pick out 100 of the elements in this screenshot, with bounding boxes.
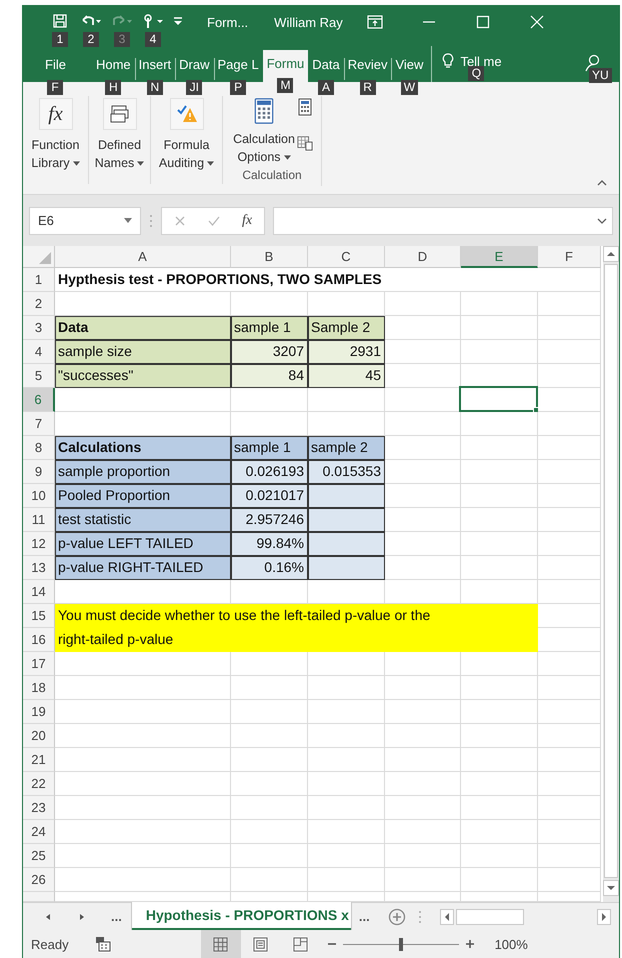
ribbon-button[interactable]: Defined Names xyxy=(89,96,151,184)
maximize-icon[interactable] xyxy=(474,15,491,29)
ribbon-display-icon[interactable] xyxy=(366,15,383,29)
ribbon-button[interactable]: Formula Auditing xyxy=(151,96,223,184)
row-header[interactable]: 21 xyxy=(23,748,55,772)
row-header[interactable]: 22 xyxy=(23,772,55,796)
calculator-icon[interactable] xyxy=(297,98,313,116)
scroll-right-icon[interactable] xyxy=(597,908,611,924)
touch-mode-icon[interactable] xyxy=(142,13,164,29)
table-cell: Data xyxy=(55,316,231,340)
more-sheets-button[interactable]: ... xyxy=(111,909,122,924)
table-cell xyxy=(538,604,601,628)
row-header[interactable]: 11 xyxy=(23,508,55,532)
zoom-level[interactable]: 100% xyxy=(494,936,528,952)
ribbon-tab[interactable]: Insert xyxy=(134,52,176,82)
table-cell: sample size xyxy=(55,340,231,364)
ribbon-tab[interactable]: Page L xyxy=(214,52,263,82)
row-header[interactable]: 16 xyxy=(23,628,55,652)
row-header[interactable]: 26 xyxy=(23,868,55,892)
scroll-up-icon[interactable] xyxy=(603,246,619,262)
ribbon-button[interactable]: fx Function Library xyxy=(23,96,89,184)
keytip: W xyxy=(400,80,418,95)
sheet-tab[interactable]: Hypothesis - PROPORTIONS x xyxy=(132,902,351,930)
row-header[interactable]: 19 xyxy=(23,700,55,724)
drag-handle-icon[interactable] xyxy=(418,910,422,924)
row-header[interactable]: 6 xyxy=(23,388,55,412)
row-header[interactable]: 7 xyxy=(23,412,55,436)
table-cell xyxy=(538,484,601,508)
name-box[interactable]: E6 xyxy=(29,206,141,234)
collapse-icon[interactable] xyxy=(597,180,607,186)
drag-handle-icon[interactable] xyxy=(149,214,153,228)
add-sheet-icon[interactable] xyxy=(388,908,406,926)
sheet-calculator-icon[interactable] xyxy=(297,134,313,152)
scroll-thumb[interactable] xyxy=(604,264,618,878)
ribbon-tab[interactable]: View xyxy=(391,52,428,82)
row-header[interactable]: 8 xyxy=(23,436,55,460)
check-icon[interactable] xyxy=(208,214,220,226)
table-cell xyxy=(538,556,601,580)
row-header[interactable]: 2 xyxy=(23,292,55,316)
account-icon[interactable] xyxy=(585,54,601,72)
row-header[interactable]: 12 xyxy=(23,532,55,556)
keytip: P xyxy=(230,80,246,95)
view-button[interactable] xyxy=(200,930,241,958)
row-header[interactable]: 17 xyxy=(23,652,55,676)
row-header[interactable]: 24 xyxy=(23,820,55,844)
ribbon-button[interactable]: Calculation Options xyxy=(231,96,297,166)
table-cell xyxy=(538,700,601,724)
row-header[interactable]: 3 xyxy=(23,316,55,340)
row-header[interactable]: 23 xyxy=(23,796,55,820)
horizontal-scrollbar[interactable] xyxy=(440,908,611,924)
row-header[interactable]: 20 xyxy=(23,724,55,748)
tell-me-search[interactable]: Tell me xyxy=(460,54,502,68)
ribbon-tab[interactable]: Reviev xyxy=(344,52,392,82)
table-cell: 0.021017 xyxy=(231,484,308,508)
row-header[interactable]: 5 xyxy=(23,364,55,388)
row-header[interactable]: 4 xyxy=(23,340,55,364)
scroll-left-icon[interactable] xyxy=(440,908,454,924)
vertical-scrollbar[interactable] xyxy=(603,246,619,902)
row-header[interactable]: 14 xyxy=(23,580,55,604)
row-header[interactable]: 13 xyxy=(23,556,55,580)
ribbon-tab[interactable]: Data xyxy=(308,52,344,82)
row-header[interactable]: 15 xyxy=(23,604,55,628)
keytip: JI xyxy=(186,80,202,95)
expand-icon[interactable] xyxy=(597,218,607,224)
grid-icon xyxy=(213,936,228,952)
more-sheets-button[interactable]: ... xyxy=(358,909,370,924)
close-icon[interactable] xyxy=(528,15,545,29)
table-cell xyxy=(538,388,601,412)
user-name[interactable]: William Ray xyxy=(274,15,343,30)
table-cell xyxy=(538,580,601,604)
keytip: A xyxy=(318,80,334,95)
ribbon-tab[interactable]: File xyxy=(41,52,70,82)
row-header[interactable]: 9 xyxy=(23,460,55,484)
ribbon-tab[interactable]: Draw xyxy=(175,52,214,82)
table-cell xyxy=(538,652,601,676)
column-header[interactable]: A xyxy=(55,246,231,268)
ribbon-tab[interactable]: Home xyxy=(92,52,135,82)
column-header[interactable]: C xyxy=(308,246,385,268)
row-header[interactable]: 25 xyxy=(23,844,55,868)
column-header[interactable]: B xyxy=(231,246,308,268)
ribbon-tab[interactable]: Formu xyxy=(262,50,308,82)
formula-input[interactable] xyxy=(273,206,613,234)
row-header[interactable]: 18 xyxy=(23,676,55,700)
macro-record-icon[interactable] xyxy=(94,936,111,952)
column-header[interactable]: F xyxy=(538,246,601,268)
zoom-in-icon[interactable] xyxy=(464,939,475,949)
column-header[interactable]: E xyxy=(461,246,538,268)
scroll-down-icon[interactable] xyxy=(603,880,619,896)
keytip: 2 xyxy=(83,32,99,47)
insert-function-button[interactable]: fx xyxy=(242,212,252,228)
table-cell xyxy=(538,532,601,556)
column-header[interactable]: D xyxy=(385,246,461,268)
row-header[interactable]: 10 xyxy=(23,484,55,508)
row-header[interactable]: 1 xyxy=(23,268,55,292)
page-break-icon xyxy=(293,936,308,952)
scroll-thumb[interactable] xyxy=(456,908,524,924)
cell-text: right-tailed p-value xyxy=(58,630,174,649)
keytip: Q xyxy=(468,66,484,81)
slider-thumb[interactable] xyxy=(398,938,403,950)
keytip: YU xyxy=(589,68,612,83)
